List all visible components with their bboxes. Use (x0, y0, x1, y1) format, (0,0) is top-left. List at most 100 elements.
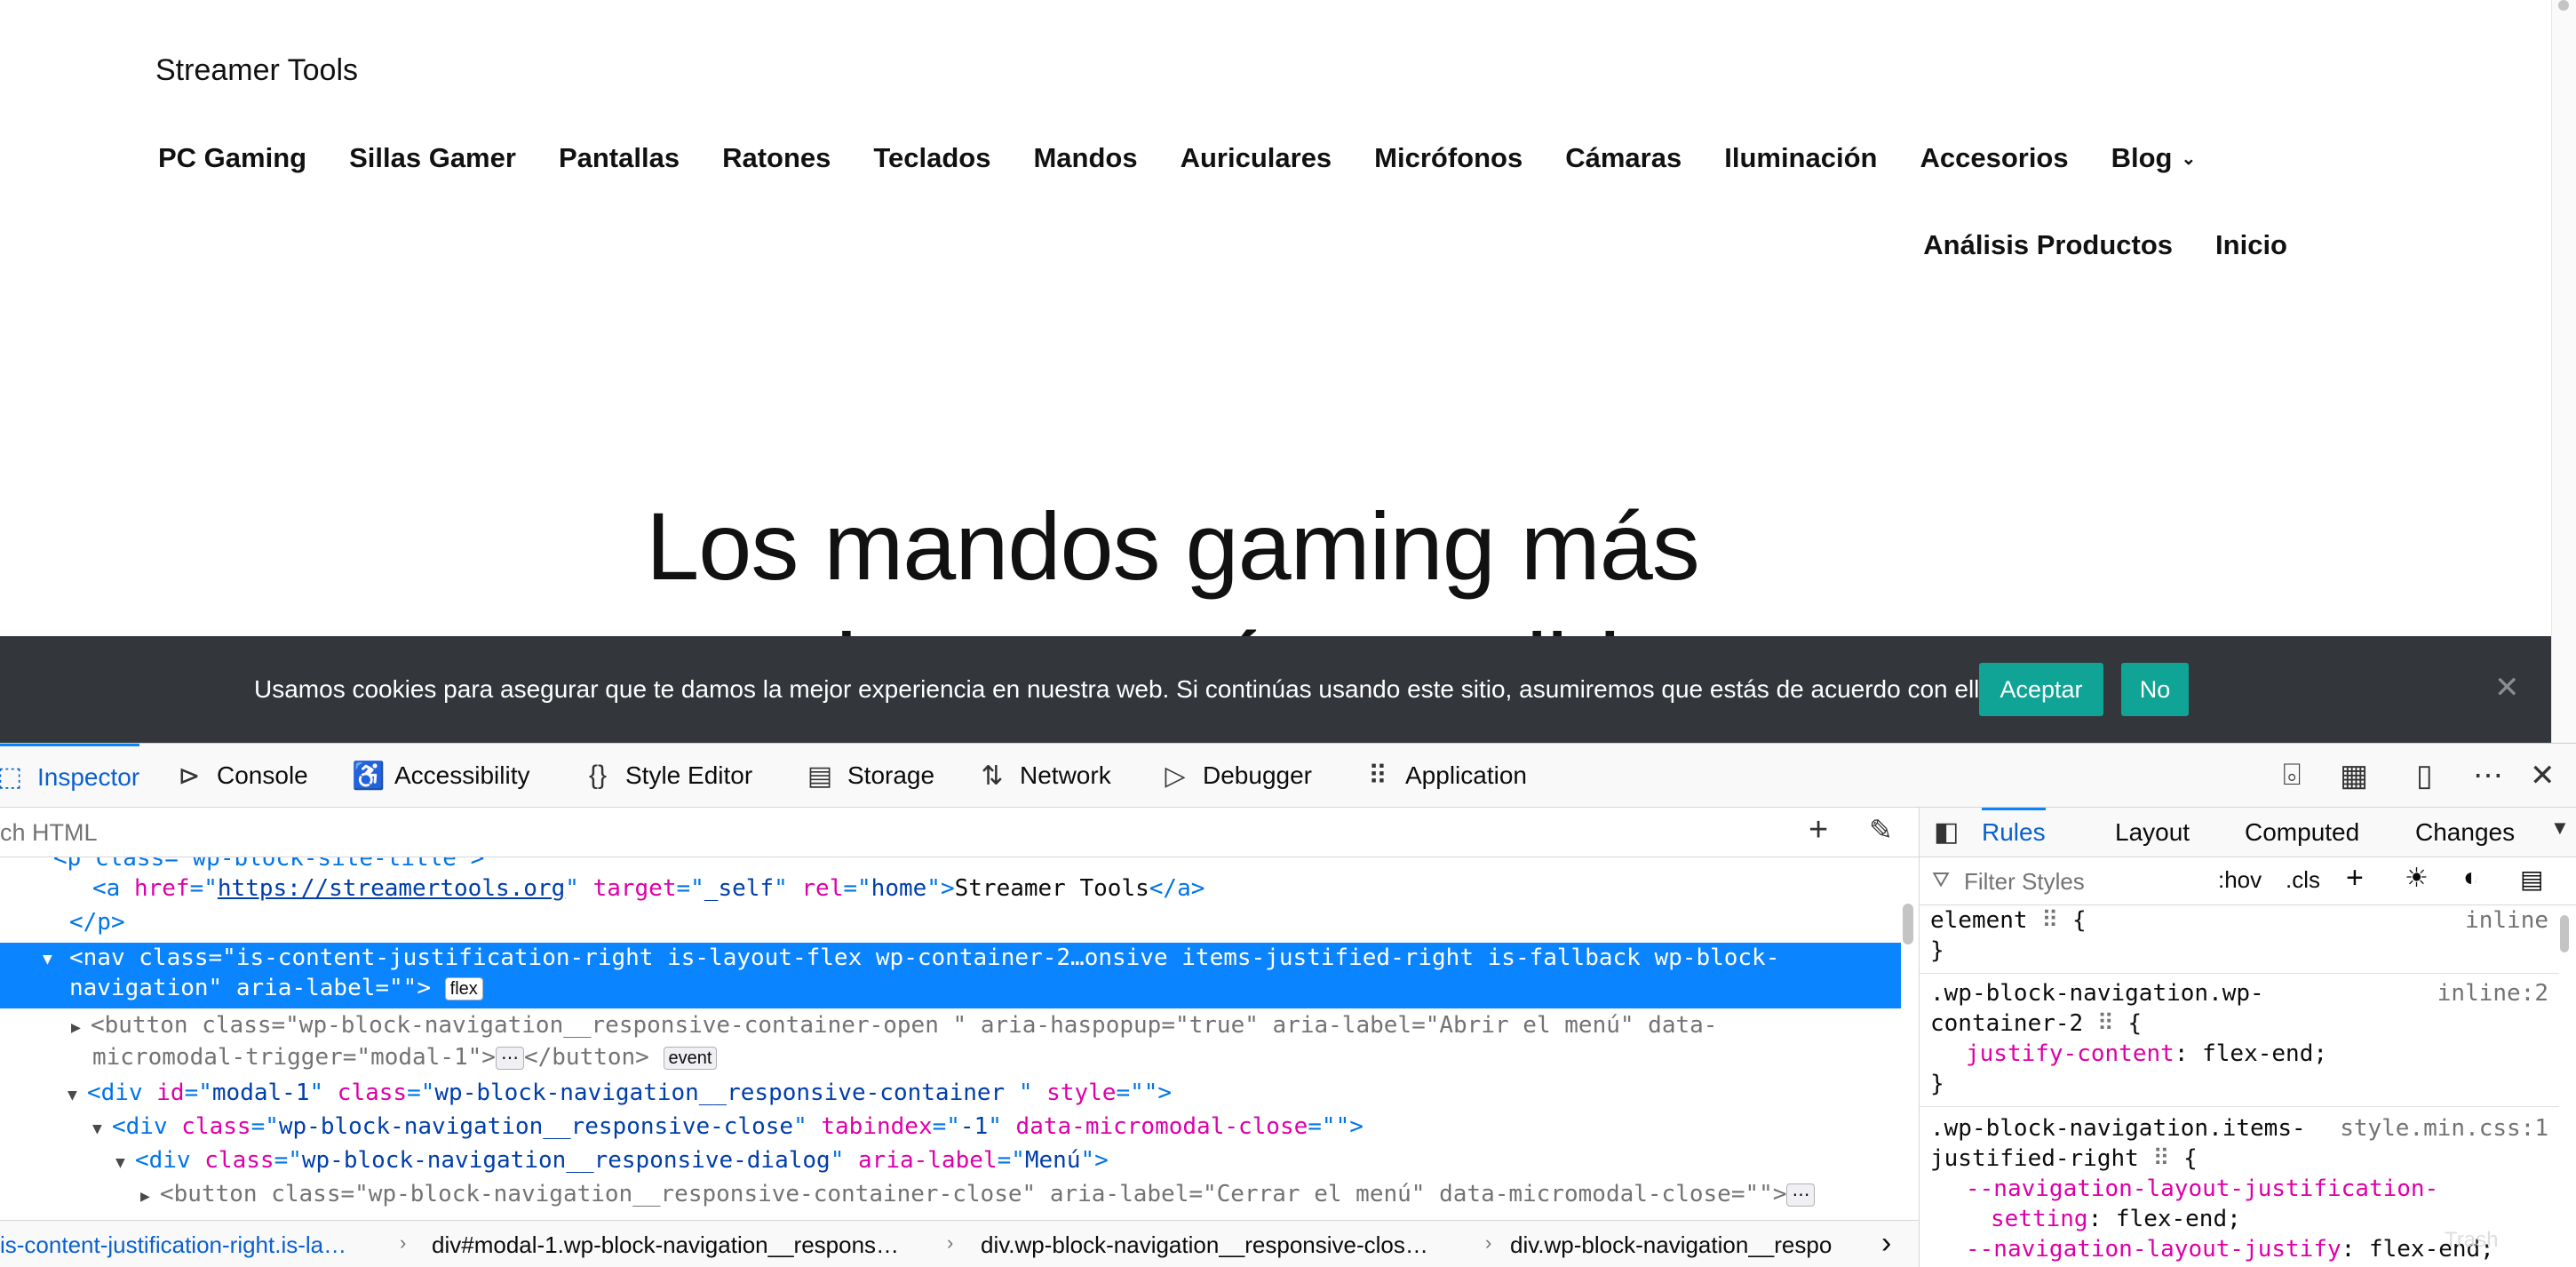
breadcrumb-item[interactable]: div.wp-block-navigation__responsive-clos… (981, 1231, 1428, 1259)
breadcrumb-item[interactable]: div#modal-1.wp-block-navigation__respons… (432, 1231, 899, 1259)
tab-layout[interactable]: Layout (2115, 808, 2190, 857)
attr-value-link[interactable]: https://streamertools.org (218, 875, 565, 902)
rule-selector[interactable]: .wp-block-navigation.items- (1930, 1115, 2306, 1142)
nav-item-accesorios[interactable]: Accesorios (1920, 142, 2068, 174)
close-icon[interactable]: ✕ (2494, 670, 2520, 705)
markup-scrollbar-thumb[interactable] (1903, 904, 1913, 944)
css-value[interactable]: flex-end; (2116, 1206, 2241, 1232)
css-property[interactable]: --navigation-layout-justify (1966, 1236, 2341, 1263)
page-scrollbar[interactable] (2551, 0, 2576, 743)
event-badge[interactable]: event (663, 1046, 718, 1070)
nav-item-sillas-gamer[interactable]: Sillas Gamer (349, 142, 516, 174)
filter-styles-input[interactable] (1964, 865, 2230, 898)
nav-item-auriculares[interactable]: Auriculares (1181, 142, 1332, 174)
ellipsis-badge[interactable]: ⋯ (1786, 1183, 1816, 1207)
tab-console[interactable]: ⊳ Console (174, 744, 307, 808)
more-options-icon[interactable]: ⋯ (2473, 758, 2503, 793)
nav-item-microfonos[interactable]: Micrófonos (1374, 142, 1523, 174)
flex-badge[interactable]: flex (444, 976, 483, 1000)
nav-item-blog[interactable]: Blog ⌄ (2111, 142, 2197, 174)
responsive-design-icon[interactable]: ▯ (2416, 758, 2433, 793)
markup-line[interactable]: ▼ <div class="wp-block-navigation__respon… (92, 1113, 1901, 1147)
css-property[interactable]: justify-content (1966, 1040, 2174, 1067)
css-declaration[interactable]: --navigation-layout-justify: flex-end; (1966, 1236, 2494, 1263)
eyedropper-icon[interactable]: ✎ (1869, 813, 1893, 847)
nav-item-camaras[interactable]: Cámaras (1565, 142, 1682, 174)
chevron-right-icon[interactable]: › (1881, 1226, 1891, 1261)
rule-source[interactable]: inline:2 (2437, 980, 2548, 1007)
rule-selector[interactable]: element ⠿ { (1930, 907, 2087, 934)
markup-line[interactable]: ▶ <button class="wp-block-navigation__res… (140, 1181, 1901, 1213)
chevron-down-icon[interactable]: ▼ (2550, 817, 2570, 840)
expand-triangle-icon[interactable]: ▼ (115, 1153, 135, 1172)
grid-highlighter-icon[interactable]: ⠿ (2152, 1145, 2169, 1172)
collapse-triangle-icon[interactable]: ▶ (140, 1187, 160, 1206)
tab-style-editor[interactable]: {} Style Editor (583, 744, 752, 808)
css-declaration[interactable]: --navigation-layout-justification- (1966, 1175, 2438, 1202)
tab-storage[interactable]: ▤ Storage (805, 744, 934, 808)
css-property[interactable]: setting (1991, 1206, 2088, 1232)
rule-source[interactable]: style.min.css:1 (2340, 1115, 2548, 1142)
expand-triangle-icon[interactable]: ▼ (92, 1120, 112, 1138)
rule-selector[interactable]: container-2 ⠿ { (1930, 1010, 2142, 1037)
grid-highlighter-icon[interactable]: ⠿ (2097, 1010, 2114, 1037)
tab-accessibility[interactable]: ♿ Accessibility (352, 744, 529, 808)
breadcrumb-item[interactable]: is-content-justification-right.is-la… (0, 1231, 346, 1259)
rule-brace: } (1930, 937, 1944, 964)
markup-line[interactable]: ▶ <button class="wp-block-navigation__res… (71, 1012, 1901, 1046)
dark-mode-contrast-icon[interactable]: ◐ (2463, 863, 2479, 893)
rule-selector[interactable]: .wp-block-navigation.wp- (1930, 980, 2264, 1007)
markup-line-selected[interactable]: ▼ <nav class="is-content-justification-r… (0, 943, 1901, 1008)
page-scrollbar-thumb[interactable] (2558, 0, 2569, 11)
nav-item-teclados[interactable]: Teclados (873, 142, 990, 174)
screenshot-camera-icon[interactable]: ⌻ (2283, 758, 2301, 793)
search-html-input[interactable] (0, 815, 1759, 850)
tab-network[interactable]: ⇅ Network (977, 744, 1110, 808)
nav-item-ratones[interactable]: Ratones (722, 142, 831, 174)
attr-value: Menú (1024, 1147, 1081, 1174)
tab-application[interactable]: ⠿ Application (1363, 744, 1527, 808)
markup-line[interactable]: ▼ <div class="wp-block-navigation__respon… (115, 1147, 1901, 1181)
tab-inspector[interactable]: ⬚ Inspector (0, 744, 140, 808)
markup-line[interactable]: ▼ <div id="modal-1" class="wp-block-navig… (68, 1080, 1901, 1113)
class-toggle[interactable]: .cls (2286, 866, 2320, 894)
add-rule-icon[interactable]: + (2346, 861, 2364, 896)
light-mode-sun-icon[interactable]: ☀ (2405, 863, 2429, 894)
cookie-decline-button[interactable]: No (2121, 663, 2189, 716)
markup-line[interactable]: micromodal-trigger="modal-1"> ⋯ </button> … (92, 1044, 1901, 1078)
tab-changes[interactable]: Changes (2415, 808, 2515, 857)
toggle-pane-icon[interactable]: ◧ (1934, 817, 1959, 848)
markup-line[interactable]: </p> (69, 909, 1901, 943)
tab-rules[interactable]: Rules (1982, 808, 2046, 857)
nav-item-pantallas[interactable]: Pantallas (559, 142, 680, 174)
ellipsis-badge[interactable]: ⋯ (495, 1046, 524, 1070)
css-property[interactable]: --navigation-layout-justification- (1966, 1175, 2438, 1202)
nav-item-analisis-productos[interactable]: Análisis Productos (1923, 229, 2173, 261)
cookie-accept-button[interactable]: Aceptar (1979, 663, 2103, 716)
rule-source[interactable]: inline (2465, 907, 2548, 934)
rule-selector[interactable]: justified-right ⠿ { (1930, 1145, 2198, 1172)
site-title[interactable]: Streamer Tools (155, 53, 358, 88)
markup-line[interactable]: <a href="https://streamertools.org" targ… (92, 875, 1901, 909)
tab-debugger[interactable]: ▷ Debugger (1160, 744, 1312, 808)
print-media-icon[interactable]: ▤ (2520, 865, 2543, 894)
nav-item-mandos[interactable]: Mandos (1033, 142, 1137, 174)
css-declaration[interactable]: justify-content: flex-end; (1966, 1040, 2327, 1067)
nav-item-inicio[interactable]: Inicio (2215, 229, 2287, 261)
css-declaration[interactable]: setting: flex-end; (1991, 1206, 2241, 1232)
hover-state-toggle[interactable]: :hov (2218, 866, 2262, 894)
rulers-icon[interactable]: ▦ (2340, 758, 2368, 793)
nav-item-pc-gaming[interactable]: PC Gaming (158, 142, 306, 174)
css-value[interactable]: flex-end; (2202, 1040, 2327, 1067)
chevron-down-icon[interactable]: ⌄ (2181, 147, 2196, 170)
tab-computed[interactable]: Computed (2245, 808, 2359, 857)
grid-highlighter-icon[interactable]: ⠿ (2041, 907, 2058, 934)
breadcrumb-item[interactable]: div.wp-block-navigation__respo (1510, 1231, 1865, 1259)
collapse-triangle-icon[interactable]: ▶ (71, 1018, 91, 1037)
nav-item-iluminacion[interactable]: Iluminación (1724, 142, 1877, 174)
expand-triangle-icon[interactable]: ▼ (68, 1086, 87, 1104)
close-devtools-icon[interactable]: ✕ (2530, 758, 2556, 793)
rules-scrollbar-thumb[interactable] (2560, 915, 2569, 952)
add-node-icon[interactable]: + (1809, 811, 1828, 849)
expand-triangle-icon[interactable]: ▼ (43, 950, 62, 968)
